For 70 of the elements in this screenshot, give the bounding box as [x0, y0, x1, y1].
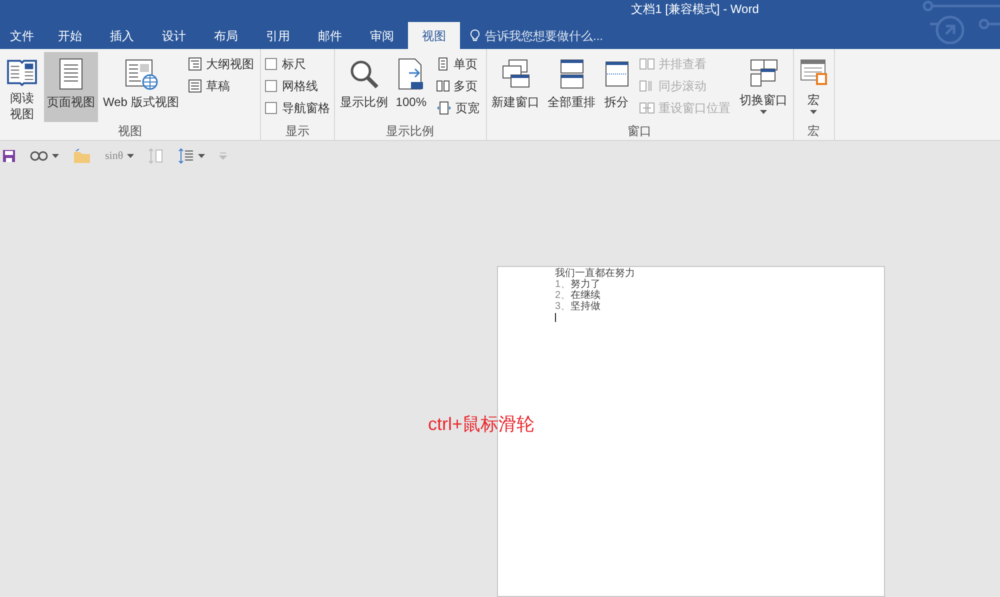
pages-icon [436, 79, 450, 93]
window-title: 文档1 [兼容模式] - Word [631, 1, 759, 18]
ribbon-button[interactable]: 切换窗口 [736, 52, 790, 122]
side-by-side-icon [638, 57, 654, 71]
checkbox-option[interactable]: 标尺 [264, 53, 330, 75]
ribbon-button[interactable]: 页面视图 [44, 52, 98, 122]
list-number: 3、 [555, 301, 571, 312]
sync-scroll-icon [638, 79, 654, 93]
list-number: 2、 [555, 290, 571, 301]
ribbon-button[interactable]: 新建窗口 [488, 52, 542, 122]
ribbon-button[interactable]: 阅读视图 [2, 52, 42, 122]
list-number: 1、 [555, 279, 571, 290]
lightbulb-icon [470, 29, 480, 42]
ribbon-small-button[interactable]: 多页 [434, 75, 482, 97]
ribbon-small-button[interactable]: 页宽 [434, 97, 482, 119]
ribbon-small-button[interactable]: 单页 [434, 53, 482, 75]
ribbon-button[interactable]: 显示比例 [336, 52, 391, 122]
ribbon-small-button[interactable]: 大纲视图 [186, 53, 256, 75]
ribbon-tab[interactable]: 视图 [408, 22, 460, 49]
ribbon-tab[interactable]: 插入 [96, 22, 148, 49]
list-item-text: 坚持做 [570, 301, 601, 312]
checkbox[interactable] [264, 102, 277, 114]
list-item-text: 努力了 [570, 279, 601, 290]
ribbon-tab[interactable]: 设计 [148, 22, 200, 49]
book-icon [5, 58, 39, 86]
web-page-icon [124, 58, 158, 90]
checkbox-label: 网格线 [282, 78, 318, 95]
checkbox[interactable] [264, 58, 277, 70]
group-label: 宏 [808, 124, 820, 138]
checkbox[interactable] [264, 80, 277, 92]
ribbon-tab[interactable]: 引用 [252, 22, 304, 49]
macro-icon [798, 58, 828, 88]
ribbon-tab[interactable]: 文件 [0, 22, 44, 49]
tell-me-field[interactable]: 告诉我您想要做什么... [470, 22, 604, 49]
group-label: 显示比例 [386, 124, 434, 138]
group-label: 视图 [118, 124, 142, 138]
windows-icon [500, 58, 530, 90]
ribbon-tab[interactable]: 布局 [200, 22, 252, 49]
ribbon-button[interactable]: 100% [392, 52, 430, 122]
checkbox-option[interactable]: 导航窗格 [264, 97, 330, 119]
ribbon-button[interactable]: Web 版式视图 [100, 52, 182, 122]
annotation-text: ctrl+鼠标滑轮 [428, 413, 535, 436]
reset-windows-icon [638, 101, 654, 115]
checkbox-option[interactable]: 网格线 [264, 75, 330, 97]
page-icon [436, 57, 450, 71]
page-icon [58, 58, 84, 90]
ribbon-tab[interactable]: 开始 [44, 22, 96, 49]
ribbon-small-button[interactable]: 草稿 [186, 75, 256, 97]
line-spacing-icon[interactable] [178, 148, 194, 164]
ribbon-button[interactable]: 宏 [796, 52, 832, 122]
ribbon-button[interactable]: 拆分 [600, 52, 632, 122]
group-label: 窗口 [628, 124, 652, 138]
page-width-icon [436, 101, 452, 115]
checkbox-label: 标尺 [282, 56, 306, 73]
ribbon-tab[interactable]: 邮件 [304, 22, 356, 49]
ribbon-tab[interactable]: 审阅 [356, 22, 408, 49]
draft-icon [188, 79, 202, 93]
text-cursor [555, 313, 556, 322]
document-heading: 我们一直都在努力 [555, 268, 636, 279]
ribbon-button[interactable]: 全部重排 [544, 52, 598, 122]
page-zoom-icon [397, 58, 426, 90]
outline-icon [188, 57, 202, 71]
switch-windows-icon [748, 58, 778, 88]
checkbox-label: 导航窗格 [282, 100, 330, 117]
glasses-icon[interactable] [30, 150, 48, 162]
group-label: 显示 [285, 124, 310, 138]
list-item-text: 在继续 [570, 290, 601, 301]
save-icon[interactable] [2, 149, 16, 163]
circuit-decoration-icon [920, 0, 1000, 44]
stacked-windows-icon [558, 58, 584, 90]
